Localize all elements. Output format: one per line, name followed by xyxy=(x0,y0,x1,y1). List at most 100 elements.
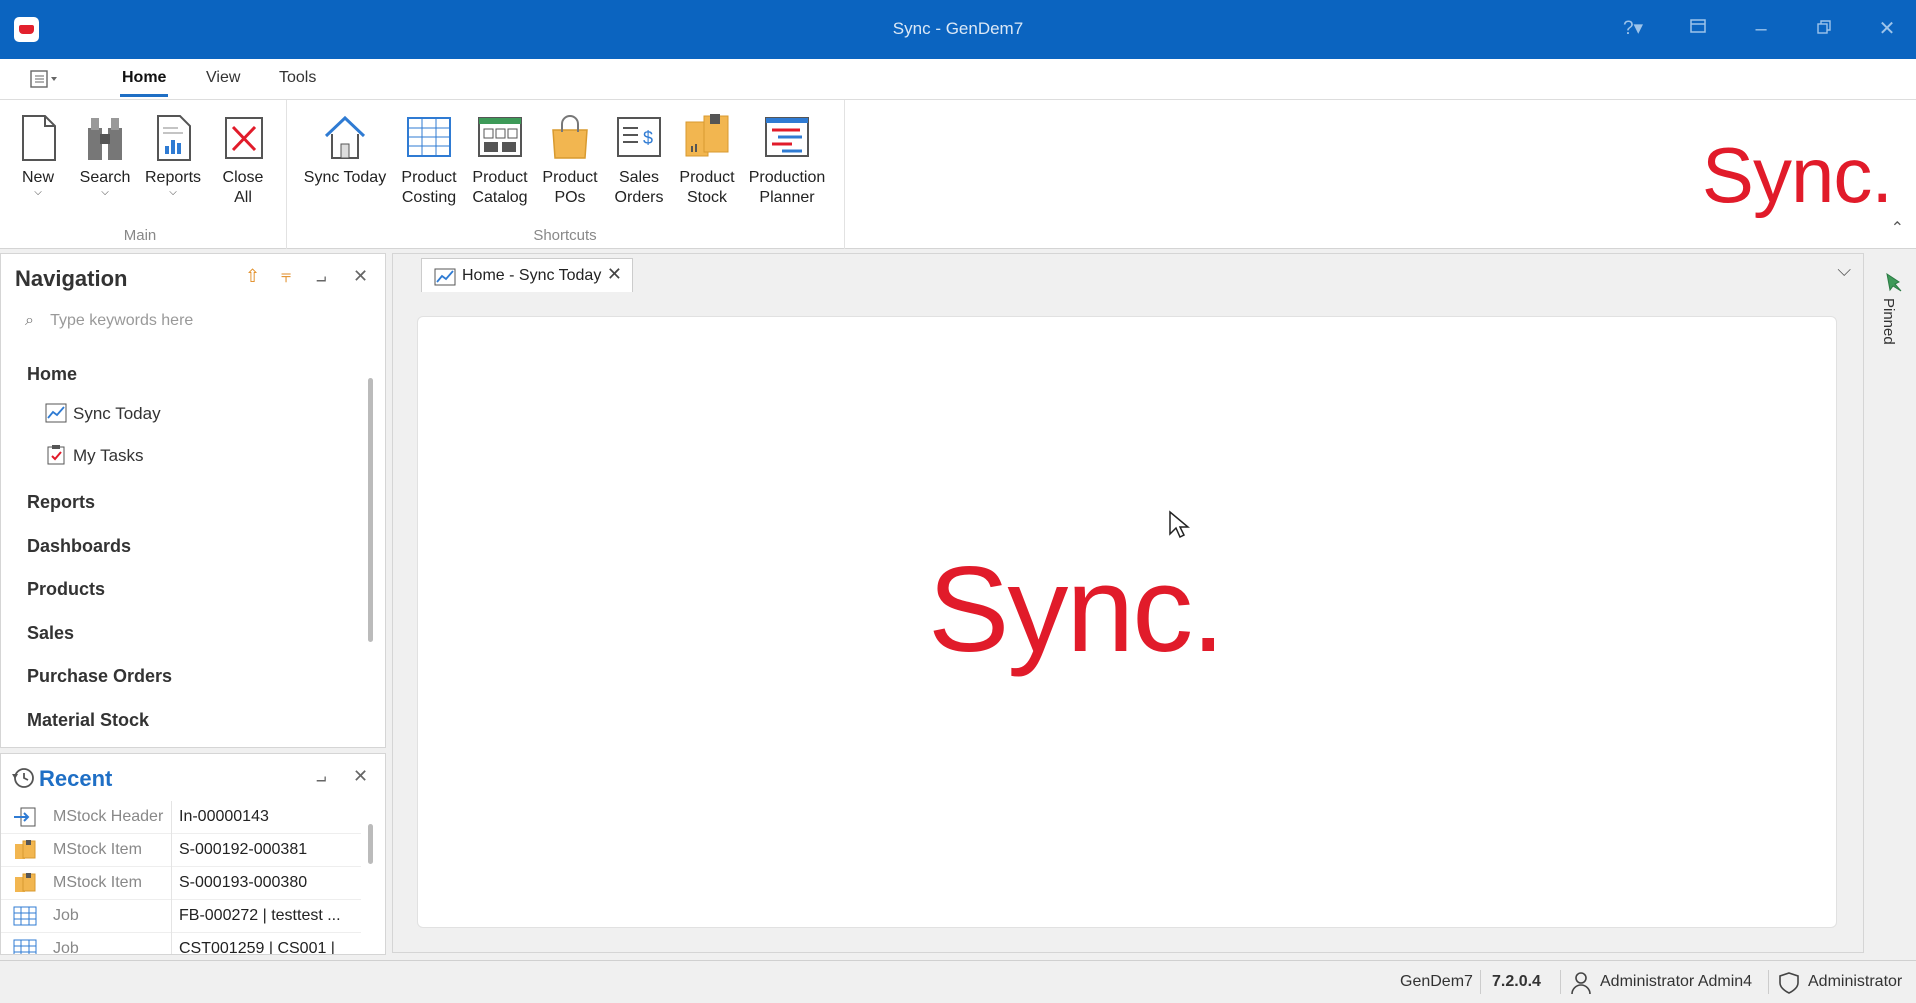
column-divider xyxy=(171,933,172,954)
close-all-icon xyxy=(225,117,263,159)
recent-row[interactable]: Job CST001259 | CS001 | xyxy=(1,933,361,955)
product-catalog-button[interactable]: Product Catalog xyxy=(468,112,532,208)
grid-icon xyxy=(13,939,37,954)
recent-scrollbar[interactable] xyxy=(368,824,373,864)
reports-button-label: Reports xyxy=(144,169,202,186)
recent-value: S-000193-000380 xyxy=(179,874,308,891)
tab-view[interactable]: View xyxy=(206,69,240,87)
recent-value: S-000192-000381 xyxy=(179,841,308,858)
close-panel-icon[interactable]: ✕ xyxy=(353,766,368,787)
close-icon[interactable]: ✕ xyxy=(1872,14,1902,44)
pinned-strip[interactable]: Pinned xyxy=(1868,253,1916,953)
status-user[interactable]: Administrator Admin4 xyxy=(1600,973,1752,991)
column-divider xyxy=(171,801,172,834)
chart-icon xyxy=(434,268,456,286)
recent-row[interactable]: MStock Item S-000193-000380 xyxy=(1,867,361,900)
nav-group-sales[interactable]: Sales xyxy=(27,623,74,644)
clipboard-check-icon xyxy=(47,445,65,465)
recent-value: In-00000143 xyxy=(179,808,269,825)
status-database: GenDem7 xyxy=(1400,973,1473,990)
navigation-scrollbar[interactable] xyxy=(368,378,373,642)
recent-panel: Recent ⨼ ✕ MStock Header In-00000143 MSt… xyxy=(0,753,386,955)
status-separator xyxy=(1768,970,1769,994)
sync-today-label: Sync Today xyxy=(303,169,387,186)
product-pos-label-line2: POs xyxy=(554,189,586,206)
new-document-icon xyxy=(22,115,56,161)
chevron-down-icon: ⌵ xyxy=(34,187,42,198)
nav-group-reports[interactable]: Reports xyxy=(27,492,95,513)
chevron-down-icon[interactable]: ⌵ xyxy=(1837,260,1851,281)
application-menu-icon[interactable] xyxy=(28,68,62,90)
recent-type: Job xyxy=(53,907,79,924)
status-separator xyxy=(1560,970,1561,994)
navigation-search[interactable]: ⌕ Type keywords here xyxy=(25,312,193,330)
close-all-button[interactable]: Close All xyxy=(216,112,270,208)
production-planner-label-line1: Production xyxy=(748,169,826,186)
recent-value: CST001259 | CS001 | xyxy=(179,940,335,955)
new-button[interactable]: New ⌵ xyxy=(12,112,64,198)
pin-icon xyxy=(1886,272,1902,292)
production-planner-button[interactable]: Production Planner xyxy=(744,112,830,208)
nav-group-dashboards[interactable]: Dashboards xyxy=(27,536,131,557)
close-panel-icon[interactable]: ✕ xyxy=(353,266,368,287)
nav-item-label: Sync Today xyxy=(73,404,161,423)
help-icon[interactable]: ?▾ xyxy=(1618,14,1648,44)
close-all-label-line1: Close xyxy=(222,169,264,186)
close-tab-icon[interactable]: ✕ xyxy=(607,264,622,285)
svg-text:$: $ xyxy=(643,128,653,148)
tab-home-sync-today[interactable]: Home - Sync Today ✕ xyxy=(421,258,633,292)
history-icon xyxy=(12,768,34,788)
product-costing-button[interactable]: Product Costing xyxy=(398,112,460,208)
pin-icon[interactable]: ⨼ xyxy=(316,266,327,287)
collapse-ribbon-icon[interactable]: ⌃ xyxy=(1891,218,1904,238)
nav-item-my-tasks[interactable]: My Tasks xyxy=(45,445,144,466)
navigation-title: Navigation xyxy=(15,266,128,291)
product-costing-label-line1: Product xyxy=(401,169,457,186)
sales-orders-button[interactable]: $ Sales Orders xyxy=(612,112,666,208)
chevron-down-icon: ⌵ xyxy=(101,187,109,198)
nav-group-home[interactable]: Home xyxy=(27,364,77,385)
recent-type: Job xyxy=(53,940,79,955)
product-pos-button[interactable]: Product POs xyxy=(538,112,602,208)
sync-today-content: Sync. xyxy=(417,316,1837,928)
recent-row[interactable]: MStock Item S-000192-000381 xyxy=(1,834,361,867)
shopping-bag-icon xyxy=(552,115,588,159)
tab-home[interactable]: Home xyxy=(119,69,169,97)
recent-row[interactable]: Job FB-000272 | testtest ... xyxy=(1,900,361,933)
grid-icon xyxy=(407,117,451,157)
user-icon xyxy=(1571,972,1591,995)
status-separator xyxy=(1480,970,1481,994)
product-stock-button[interactable]: Product Stock xyxy=(676,112,738,208)
sync-today-button[interactable]: Sync Today xyxy=(300,112,390,188)
ribbon: New ⌵ Search ⌵ Reports ⌵ Close All Main … xyxy=(0,100,1916,249)
title-bar: Sync - GenDem7 ?▾ – ✕ xyxy=(0,0,1916,59)
status-bar: GenDem7 7.2.0.4 Administrator Admin4 Adm… xyxy=(0,960,1916,1003)
nav-group-purchase-orders[interactable]: Purchase Orders xyxy=(27,666,172,687)
search-button-label: Search xyxy=(79,169,131,186)
tab-tools[interactable]: Tools xyxy=(279,69,316,87)
reports-button[interactable]: Reports ⌵ xyxy=(142,112,204,198)
minimize-icon[interactable]: – xyxy=(1746,14,1776,44)
recent-type: MStock Item xyxy=(53,841,142,858)
nav-item-sync-today[interactable]: Sync Today xyxy=(45,403,161,424)
search-button[interactable]: Search ⌵ xyxy=(76,112,134,198)
navigation-panel: Navigation ⇧ ⫧ ⨼ ✕ ⌕ Type keywords here … xyxy=(0,253,386,748)
column-divider xyxy=(171,900,172,933)
recent-row[interactable]: MStock Header In-00000143 xyxy=(1,801,361,834)
group-separator xyxy=(844,100,845,249)
recent-title: Recent xyxy=(39,766,113,791)
product-pos-label-line1: Product xyxy=(542,169,598,186)
product-costing-label-line2: Costing xyxy=(401,189,457,206)
pin-icon[interactable]: ⨼ xyxy=(316,766,327,787)
nav-group-products[interactable]: Products xyxy=(27,579,105,600)
ribbon-display-icon[interactable] xyxy=(1683,14,1713,44)
restore-icon[interactable] xyxy=(1809,14,1839,44)
expand-all-icon[interactable]: ⇧ xyxy=(245,266,260,287)
close-all-label-line2: All xyxy=(234,189,252,206)
binoculars-icon xyxy=(88,118,122,160)
grid-icon xyxy=(13,906,37,926)
nav-group-material-stock[interactable]: Material Stock xyxy=(27,710,149,731)
search-placeholder: Type keywords here xyxy=(50,312,194,329)
tree-view-icon[interactable]: ⫧ xyxy=(281,266,291,287)
chart-icon xyxy=(45,403,67,423)
